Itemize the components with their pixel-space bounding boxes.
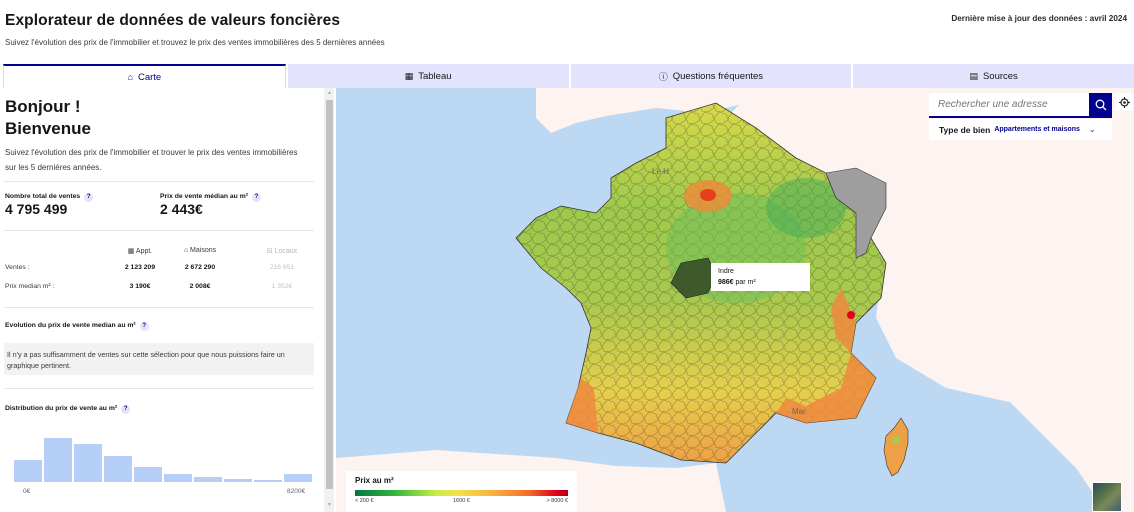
cell-ventes-locaux: 216 651 xyxy=(269,264,295,271)
greeting-hello: Bonjour ! xyxy=(5,97,81,116)
cell-ventes-appt: 2 123 209 xyxy=(124,264,156,271)
histogram-bar xyxy=(194,476,222,482)
distribution-histogram xyxy=(14,438,312,482)
search-icon xyxy=(1095,99,1106,110)
satellite-layer-toggle[interactable] xyxy=(1092,482,1122,512)
price-legend: Prix au m² < 200 € 1600 € > 8000 € xyxy=(346,471,577,512)
row-label-ventes: Ventes : xyxy=(5,264,30,271)
tab-label: Sources xyxy=(982,70,1018,82)
histogram-bar xyxy=(134,466,162,482)
tab-carte[interactable]: ⌂ Carte xyxy=(3,64,286,88)
histogram-bar xyxy=(44,438,72,482)
property-type-select[interactable]: Type de bien Appartements et maisons ⌄ xyxy=(929,119,1112,140)
main-tabs: ⌂ Carte ▦ Tableau ⓘ Questions fréquentes… xyxy=(3,64,1134,88)
legend-color-scale xyxy=(355,490,568,496)
property-type-value: Appartements et maisons xyxy=(994,126,1080,133)
building-icon: ▦ xyxy=(127,248,135,255)
chevron-down-icon: ⌄ xyxy=(1088,125,1096,134)
crosshair-icon xyxy=(1118,96,1130,108)
help-icon[interactable]: ? xyxy=(139,322,149,331)
app-title: Explorateur de données de valeurs fonciè… xyxy=(5,12,341,29)
histogram-bar xyxy=(284,474,312,482)
tooltip-region-name: Indre xyxy=(718,268,734,275)
histogram-bar xyxy=(74,444,102,482)
info-icon: ⓘ xyxy=(658,71,668,82)
tab-faq[interactable]: ⓘ Questions fréquentes xyxy=(570,64,852,88)
row-label-prix: Prix median m² : xyxy=(5,283,55,290)
intro-text: Suivez l'évolution des prix de l'immobil… xyxy=(5,148,298,172)
help-icon[interactable]: ? xyxy=(121,405,131,414)
help-icon[interactable]: ? xyxy=(252,193,262,202)
greeting: Bonjour ! Bienvenue xyxy=(5,96,91,140)
house-icon: ⌂ xyxy=(183,247,189,254)
histogram-axis-min: 0€ xyxy=(23,488,31,495)
store-icon: ⊟ xyxy=(266,248,273,255)
histogram-bar xyxy=(254,480,282,482)
home-icon: ⌂ xyxy=(127,72,133,82)
histogram-axis-max: 8200€ xyxy=(287,488,306,495)
corsica xyxy=(883,417,909,477)
histogram-bar xyxy=(164,474,192,482)
tooltip-price: 986€ par m² xyxy=(718,279,756,286)
cell-prix-appt: 3 190€ xyxy=(129,283,151,290)
geolocate-button[interactable] xyxy=(1115,93,1133,111)
scroll-thumb[interactable] xyxy=(326,100,333,489)
property-type-label: Type de bien xyxy=(939,124,991,135)
evolution-notice: Il n'y a pas suffisamment de ventes sur … xyxy=(4,343,314,375)
map-canvas[interactable]: Le H Mar xyxy=(336,88,1134,512)
sidebar-panel: Bonjour ! Bienvenue Suivez l'évolution d… xyxy=(0,88,334,512)
cell-prix-locaux: 1 352€ xyxy=(271,283,293,290)
kpi-median-price-value: 2 443€ xyxy=(160,201,203,217)
distribution-title: Distribution du prix de vente au m²? xyxy=(5,405,131,414)
tab-label: Questions fréquentes xyxy=(672,70,764,82)
legend-min-label: < 200 € xyxy=(355,498,374,504)
histogram-bar xyxy=(104,456,132,482)
divider xyxy=(4,181,314,182)
page-header: Explorateur de données de valeurs fonciè… xyxy=(0,0,1134,62)
help-icon[interactable]: ? xyxy=(84,193,94,202)
tab-label: Carte xyxy=(137,71,162,83)
col-header-maisons: ⌂ Maisons xyxy=(183,247,217,254)
histogram-bar xyxy=(14,459,42,482)
legend-mid-label: 1600 € xyxy=(453,498,470,504)
last-update-note: Dernière mise à jour des données : avril… xyxy=(951,14,1127,23)
tab-sources[interactable]: ▤ Sources xyxy=(853,64,1134,88)
table-icon: ▦ xyxy=(404,70,414,81)
divider xyxy=(4,388,314,389)
divider xyxy=(4,230,314,231)
evolution-title: Evolution du prix de vente median au m²? xyxy=(5,322,149,331)
kpi-total-sales-value: 4 795 499 xyxy=(5,201,68,217)
app-subtitle: Suivez l'évolution des prix de l'immobil… xyxy=(5,38,385,47)
city-label-marseille: Mar xyxy=(792,407,806,416)
map-view[interactable]: Le H Mar xyxy=(336,88,1134,512)
legend-title: Prix au m² xyxy=(355,476,394,485)
scroll-down-arrow-icon[interactable]: ▼ xyxy=(326,502,333,510)
cell-prix-maisons: 2 008€ xyxy=(189,283,211,290)
address-search xyxy=(929,93,1112,118)
search-button[interactable] xyxy=(1089,93,1112,116)
histogram-bar xyxy=(224,478,252,482)
scroll-up-arrow-icon[interactable]: ▲ xyxy=(326,90,333,98)
legend-max-label: > 8000 € xyxy=(546,498,568,504)
tab-label: Tableau xyxy=(418,70,452,82)
cell-ventes-maisons: 2 672 290 xyxy=(184,264,216,271)
book-icon: ▤ xyxy=(969,70,978,81)
map-tooltip: Indre 986€ par m² xyxy=(711,263,810,291)
col-header-appt: ▦ Appt. xyxy=(127,248,153,255)
sidebar-scrollbar[interactable]: ▲ ▼ xyxy=(324,88,334,512)
city-label-le-havre: Le H xyxy=(652,167,669,176)
divider xyxy=(4,307,314,308)
address-search-input[interactable] xyxy=(929,93,1089,116)
greeting-welcome: Bienvenue xyxy=(5,119,91,138)
col-header-locaux[interactable]: ⊟ Locaux xyxy=(252,247,312,255)
tab-tableau[interactable]: ▦ Tableau xyxy=(287,64,569,88)
